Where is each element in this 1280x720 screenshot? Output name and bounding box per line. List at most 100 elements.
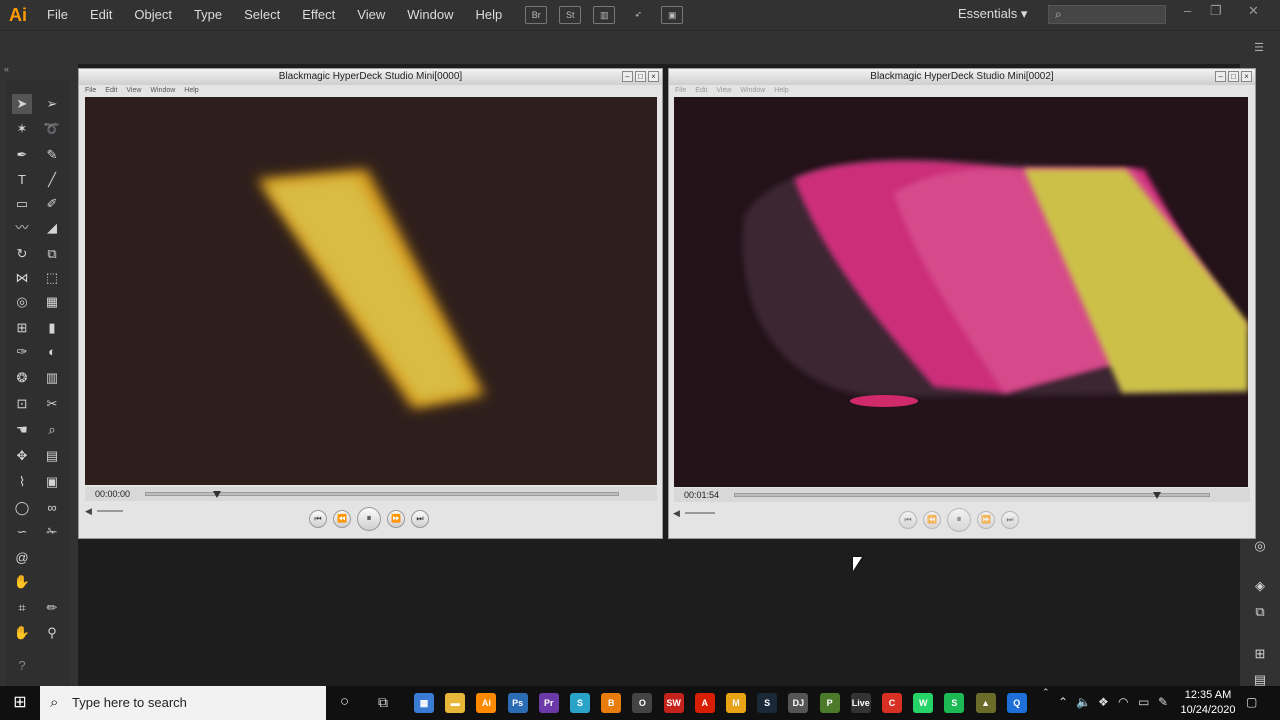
taskbar-search-input[interactable]: ⌕ Type here to search bbox=[40, 686, 326, 720]
blender-icon[interactable]: B bbox=[601, 693, 622, 713]
plants-icon[interactable]: P bbox=[819, 693, 840, 713]
app-yellow-icon[interactable]: ▲ bbox=[975, 693, 996, 713]
skip-back-button[interactable]: ⏮ bbox=[309, 510, 327, 528]
volume-icon[interactable]: 🔈 bbox=[1076, 695, 1091, 709]
eraser-tool-icon[interactable]: ◢ bbox=[42, 218, 62, 238]
search-input[interactable]: ⌕ bbox=[1048, 5, 1166, 24]
menu-effect[interactable]: Effect bbox=[291, 0, 346, 30]
eyedropper-tool-icon[interactable]: ✑ bbox=[12, 342, 32, 362]
shaper-tool-icon[interactable]: 〰 bbox=[12, 218, 32, 238]
collapse-panel-icon[interactable]: « bbox=[4, 64, 9, 74]
dropbox-icon[interactable]: ❖ bbox=[1098, 695, 1109, 709]
selection-tool-icon[interactable]: ➤ bbox=[12, 94, 32, 114]
battery-icon[interactable]: ▭ bbox=[1138, 695, 1149, 709]
chrome-icon[interactable]: C bbox=[882, 693, 902, 713]
free-transform-tool-icon[interactable]: ⬚ bbox=[42, 268, 62, 288]
puppet-warp-tool-icon[interactable]: ✥ bbox=[12, 446, 32, 466]
player-menu-view[interactable]: View bbox=[126, 85, 141, 96]
pen-workspace-icon[interactable]: ✎ bbox=[1158, 695, 1168, 709]
skip-forward-button[interactable]: ⏭ bbox=[411, 510, 429, 528]
gpu-performance-icon[interactable]: ➶ bbox=[627, 6, 649, 24]
stock-icon[interactable]: St bbox=[559, 6, 582, 24]
spotify-icon[interactable]: S bbox=[944, 693, 965, 713]
illustrator-icon[interactable]: Ai bbox=[476, 693, 497, 713]
windows-start-icon[interactable]: ⊞ bbox=[0, 686, 40, 720]
fast-forward-button[interactable]: ⏩ bbox=[387, 510, 405, 528]
maximize-icon[interactable]: □ bbox=[1228, 71, 1239, 82]
player-menu-file[interactable]: File bbox=[675, 85, 686, 96]
player-menu-window[interactable]: Window bbox=[740, 85, 765, 96]
symbol-sprayer-tool-icon[interactable]: ❂ bbox=[12, 368, 32, 388]
live-icon[interactable]: Live bbox=[850, 693, 871, 713]
align-icon[interactable]: ⊞ bbox=[1250, 646, 1270, 664]
menu-file[interactable]: File bbox=[36, 0, 79, 30]
lasso-tool-icon[interactable]: ➰ bbox=[42, 119, 62, 139]
mail-icon[interactable]: M bbox=[726, 693, 746, 713]
hand-icon[interactable]: ✋ bbox=[12, 623, 32, 643]
restore-icon[interactable]: ❐ bbox=[1210, 3, 1222, 19]
rewind-button[interactable]: ⏪ bbox=[333, 510, 351, 528]
layers-icon[interactable]: ◈ bbox=[1250, 578, 1270, 596]
volume-slider[interactable] bbox=[97, 510, 123, 512]
quicktime-icon[interactable]: Q bbox=[1006, 693, 1027, 713]
blob-brush-tool-icon[interactable]: ∞ bbox=[42, 498, 62, 518]
player-menu-edit[interactable]: Edit bbox=[695, 85, 707, 96]
image-trace-icon[interactable]: ▣ bbox=[42, 472, 62, 492]
minimize-icon[interactable]: – bbox=[622, 71, 633, 82]
line-tool-icon[interactable]: ╱ bbox=[42, 170, 62, 190]
hand-tool-icon[interactable]: ☚ bbox=[12, 420, 32, 440]
blend-tool-icon[interactable]: ◐ bbox=[42, 342, 62, 362]
system-clock[interactable]: 12:35 AM 10/24/2020 bbox=[1176, 688, 1240, 718]
panel-menu-icon[interactable]: ☰ bbox=[1254, 41, 1264, 54]
acrobat-icon[interactable]: A bbox=[694, 693, 715, 713]
close-icon[interactable]: × bbox=[1241, 71, 1252, 82]
skip-back-button[interactable]: ⏮ bbox=[899, 511, 917, 529]
pause-button[interactable]: ⏸ bbox=[947, 508, 971, 532]
player-menu-edit[interactable]: Edit bbox=[105, 85, 117, 96]
task-view-icon[interactable]: ⧉ bbox=[378, 694, 388, 711]
warp-tool-icon[interactable]: ⌇ bbox=[12, 472, 32, 492]
arrange-documents-icon[interactable]: ▥ bbox=[593, 6, 616, 24]
rewind-button[interactable]: ⏪ bbox=[923, 511, 941, 529]
menu-select[interactable]: Select bbox=[233, 0, 291, 30]
menu-edit[interactable]: Edit bbox=[79, 0, 123, 30]
scrub-track[interactable] bbox=[734, 492, 1210, 499]
slice-tool-icon[interactable]: ✂ bbox=[42, 394, 62, 414]
magic-wand-tool-icon[interactable]: ✶ bbox=[12, 119, 32, 139]
wifi-icon[interactable]: ◠ bbox=[1118, 695, 1128, 709]
menu-type[interactable]: Type bbox=[183, 0, 233, 30]
people-icon[interactable]: ⌃ bbox=[1058, 695, 1068, 709]
zoom-tool-icon[interactable]: ⌕ bbox=[42, 420, 62, 440]
maximize-icon[interactable]: □ bbox=[635, 71, 646, 82]
player-menu-help[interactable]: Help bbox=[184, 85, 198, 96]
type-tool-icon[interactable]: T bbox=[12, 170, 32, 190]
artboard-tool-icon[interactable]: ⊡ bbox=[12, 394, 32, 414]
spiral-tool-icon[interactable]: @ bbox=[12, 548, 32, 568]
pen-tool-icon[interactable]: ✒ bbox=[12, 145, 32, 165]
whatsapp-icon[interactable]: W bbox=[913, 693, 934, 713]
menu-window[interactable]: Window bbox=[396, 0, 464, 30]
fast-forward-button[interactable]: ⏩ bbox=[977, 511, 995, 529]
menu-view[interactable]: View bbox=[346, 0, 396, 30]
rectangle-tool-icon[interactable]: ▭ bbox=[12, 194, 32, 214]
swift-icon[interactable]: SW bbox=[663, 693, 684, 713]
cortana-icon[interactable]: ○ bbox=[340, 693, 349, 710]
knife-tool-icon[interactable]: ✁ bbox=[42, 522, 62, 542]
zoom-icon[interactable]: ⚲ bbox=[42, 623, 62, 643]
pause-button[interactable]: ⏸ bbox=[357, 507, 381, 531]
tools-edit-icon[interactable]: ✋ bbox=[12, 572, 32, 592]
playhead[interactable] bbox=[1152, 492, 1161, 499]
minimize-icon[interactable]: – bbox=[1215, 71, 1226, 82]
player-titlebar[interactable]: Blackmagic HyperDeck Studio Mini[0002] –… bbox=[669, 69, 1255, 85]
close-icon[interactable]: ✕ bbox=[1248, 3, 1259, 19]
share-icon[interactable]: ▣ bbox=[661, 6, 684, 24]
oculus-icon[interactable]: O bbox=[632, 693, 653, 713]
virtualdj-icon[interactable]: DJ bbox=[788, 693, 809, 713]
help-icon[interactable]: ? bbox=[12, 656, 32, 676]
menu-object[interactable]: Object bbox=[123, 0, 183, 30]
chevron-up-icon[interactable]: ⌃ bbox=[1042, 687, 1050, 698]
volume-icon[interactable]: ◀ bbox=[85, 506, 92, 517]
artboards-icon[interactable]: ⧉ bbox=[1250, 604, 1270, 622]
photoshop-icon[interactable]: Ps bbox=[507, 693, 528, 713]
premiere-icon[interactable]: Pr bbox=[538, 693, 559, 713]
